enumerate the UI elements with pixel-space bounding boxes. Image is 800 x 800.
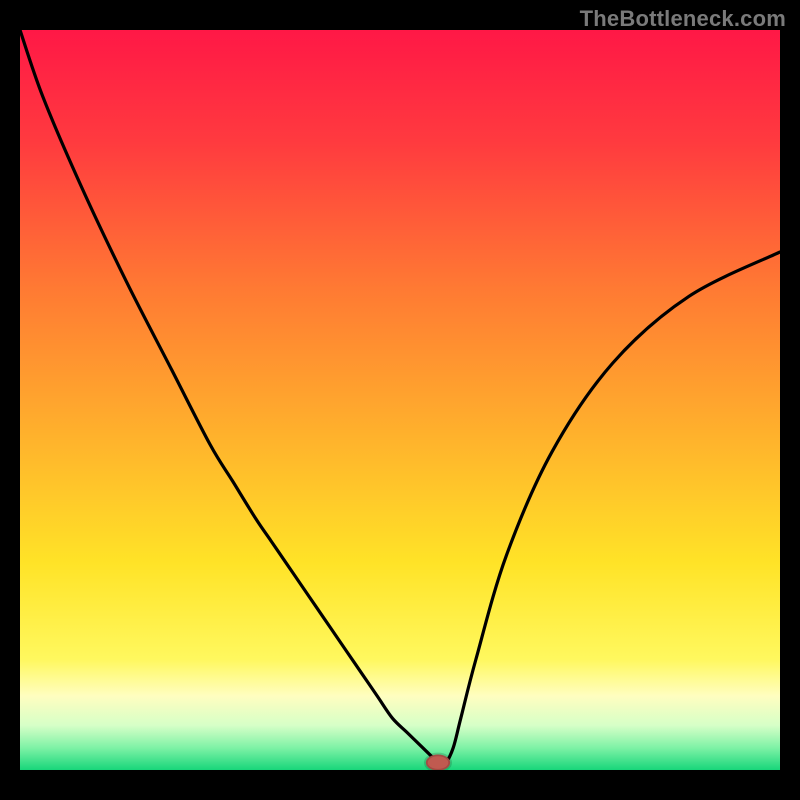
bottleneck-curve: [20, 30, 780, 764]
plot-area: [20, 30, 780, 770]
optimal-marker: [426, 754, 450, 770]
watermark-label: TheBottleneck.com: [580, 6, 786, 32]
chart-frame: TheBottleneck.com: [0, 0, 800, 800]
curve-layer: [20, 30, 780, 770]
